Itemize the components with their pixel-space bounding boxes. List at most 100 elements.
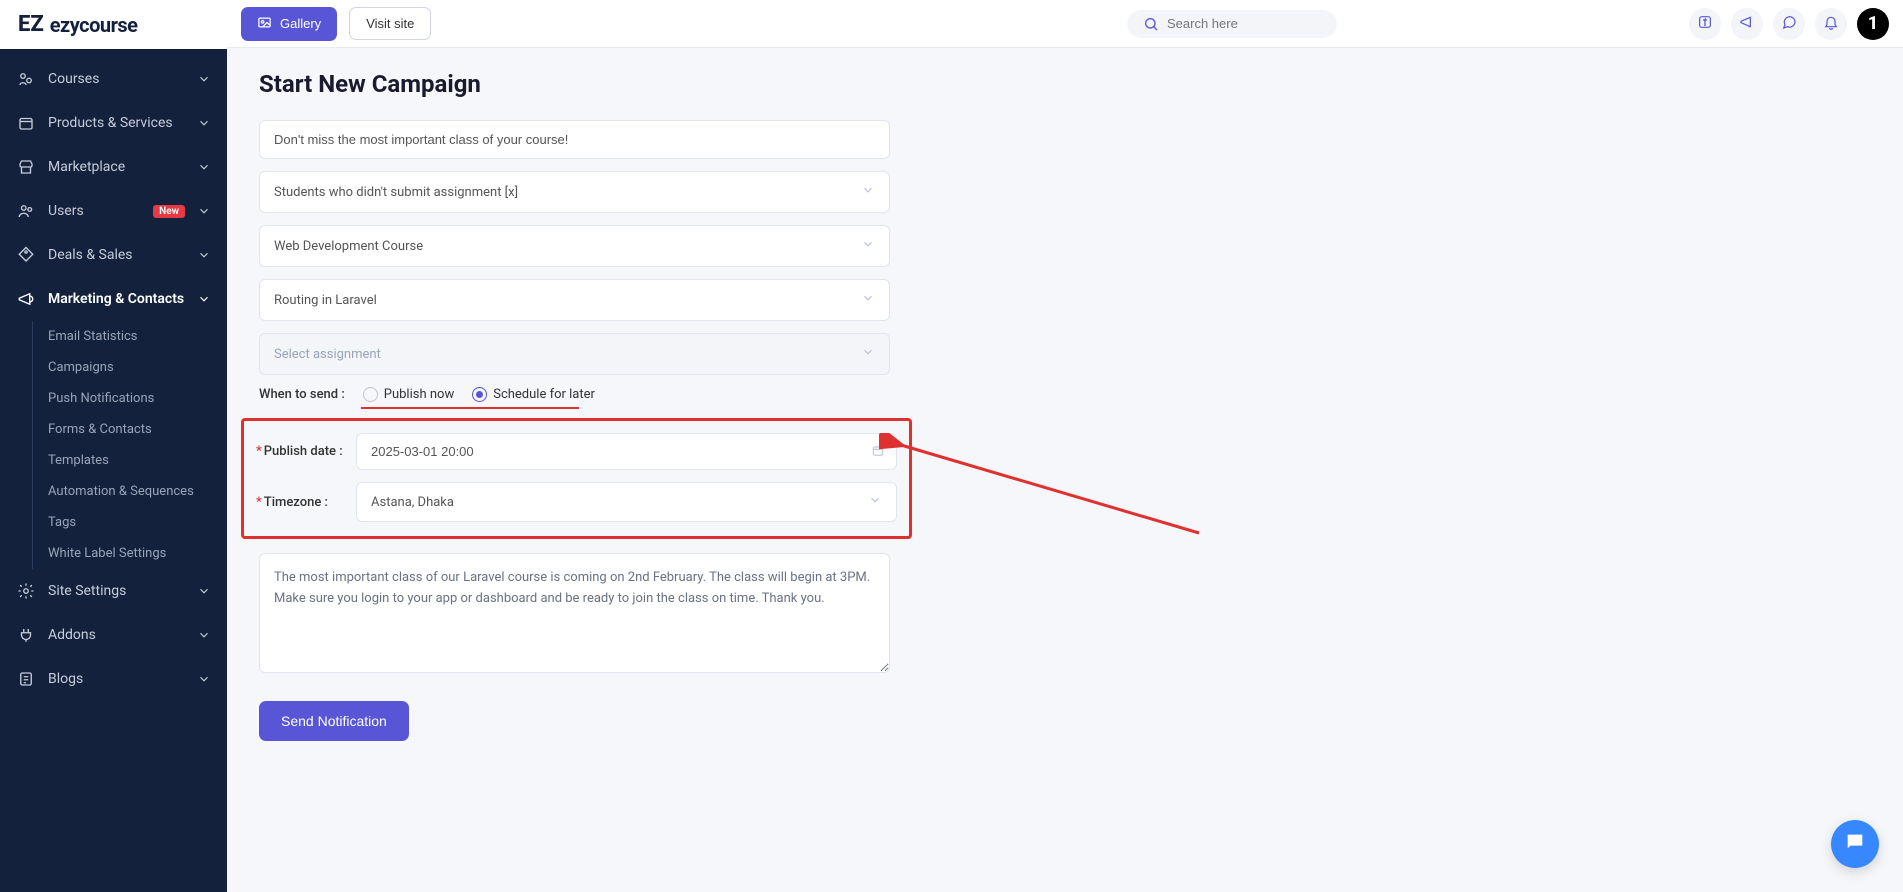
chevron-down-icon [197, 160, 211, 174]
box-icon [16, 113, 36, 133]
nav-marketing[interactable]: Marketing & Contacts [0, 277, 227, 321]
chat-fab-button[interactable] [1831, 820, 1879, 868]
sidebar: EZ ezycourse Courses Products & Services… [0, 0, 227, 892]
nav-courses[interactable]: Courses [0, 57, 227, 101]
timezone-select[interactable]: Astana, Dhaka [356, 482, 897, 522]
publish-date-label: *Publish date : [256, 444, 346, 459]
chevron-down-icon [197, 248, 211, 262]
lesson-select[interactable]: Routing in Laravel [259, 279, 890, 321]
facebook-button[interactable] [1689, 8, 1721, 40]
chevron-down-icon [861, 183, 875, 201]
main-nav: Courses Products & Services Marketplace … [0, 49, 227, 709]
chevron-down-icon [197, 584, 211, 598]
subnav-push-notifications[interactable]: Push Notifications [20, 383, 227, 414]
bell-icon [1823, 14, 1839, 33]
chevron-down-icon [197, 116, 211, 130]
annotation-arrow [879, 433, 1219, 543]
brand-logo[interactable]: EZ ezycourse [0, 0, 227, 49]
assignment-placeholder: Select assignment [274, 347, 381, 362]
radio-publish-now[interactable]: Publish now [363, 387, 454, 402]
search-container[interactable] [1127, 10, 1337, 38]
chevron-down-icon [868, 493, 882, 511]
segment-value: Students who didn't submit assignment [x… [274, 185, 518, 200]
search-input[interactable] [1167, 16, 1343, 31]
chat-bubble-icon [1844, 831, 1866, 857]
gallery-label: Gallery [280, 16, 321, 31]
subject-input[interactable] [259, 120, 890, 159]
course-value: Web Development Course [274, 239, 423, 254]
user-avatar[interactable]: 1 [1857, 8, 1889, 40]
notification-button[interactable] [1815, 8, 1847, 40]
chevron-down-icon [197, 72, 211, 86]
chevron-down-icon [861, 237, 875, 255]
nav-label: Users [48, 203, 141, 219]
send-notification-button[interactable]: Send Notification [259, 701, 409, 741]
radio-icon [363, 387, 378, 402]
chevron-down-icon [197, 204, 211, 218]
brand-name: ezycourse [50, 13, 138, 37]
publish-date-input[interactable] [356, 433, 897, 470]
courses-icon [16, 69, 36, 89]
facebook-icon [1697, 14, 1713, 33]
course-select[interactable]: Web Development Course [259, 225, 890, 267]
search-icon [1143, 16, 1159, 32]
radio-label: Schedule for later [493, 387, 595, 402]
plug-icon [16, 625, 36, 645]
chevron-down-icon [197, 628, 211, 642]
nav-label: Site Settings [48, 583, 185, 599]
gallery-icon [257, 15, 272, 33]
radio-checked-icon [472, 387, 487, 402]
page-title: Start New Campaign [259, 70, 1871, 98]
nav-users[interactable]: Users New [0, 189, 227, 233]
campaign-form: Students who didn't submit assignment [x… [259, 120, 890, 741]
radio-schedule-later[interactable]: Schedule for later [472, 387, 595, 402]
segment-select[interactable]: Students who didn't submit assignment [x… [259, 171, 890, 213]
nav-products[interactable]: Products & Services [0, 101, 227, 145]
visit-site-button[interactable]: Visit site [349, 7, 431, 40]
subnav-campaigns[interactable]: Campaigns [20, 352, 227, 383]
chevron-down-icon [197, 292, 211, 306]
annotation-underline [361, 407, 579, 409]
subnav-forms-contacts[interactable]: Forms & Contacts [20, 414, 227, 445]
nav-label: Products & Services [48, 115, 185, 131]
brand-mark: EZ [18, 12, 44, 37]
annotation-highlight-box: *Publish date : *Timezone : Astana, Dhak… [241, 418, 912, 539]
nav-label: Courses [48, 71, 185, 87]
store-icon [16, 157, 36, 177]
announce-button[interactable] [1731, 8, 1763, 40]
chat-button[interactable] [1773, 8, 1805, 40]
subnav-tags[interactable]: Tags [20, 507, 227, 538]
subnav-email-statistics[interactable]: Email Statistics [20, 321, 227, 352]
calendar-icon [871, 442, 885, 461]
chevron-down-icon [861, 345, 875, 363]
subnav-automation[interactable]: Automation & Sequences [20, 476, 227, 507]
chat-icon [1781, 14, 1797, 33]
users-icon [16, 201, 36, 221]
timezone-value: Astana, Dhaka [371, 495, 454, 510]
subnav-white-label[interactable]: White Label Settings [20, 538, 227, 569]
gallery-button[interactable]: Gallery [241, 7, 337, 41]
radio-label: Publish now [384, 387, 454, 402]
gear-icon [16, 581, 36, 601]
nav-deals[interactable]: Deals & Sales [0, 233, 227, 277]
assignment-select[interactable]: Select assignment [259, 333, 890, 375]
nav-label: Addons [48, 627, 185, 643]
doc-icon [16, 669, 36, 689]
marketing-subnav: Email Statistics Campaigns Push Notifica… [0, 321, 227, 569]
announce-icon [1739, 14, 1755, 33]
new-badge: New [153, 205, 185, 218]
timezone-label: *Timezone : [256, 495, 346, 510]
nav-label: Deals & Sales [48, 247, 185, 263]
megaphone-icon [16, 289, 36, 309]
nav-blogs[interactable]: Blogs [0, 657, 227, 701]
nav-marketplace[interactable]: Marketplace [0, 145, 227, 189]
subnav-templates[interactable]: Templates [20, 445, 227, 476]
when-to-send-label: When to send : [259, 387, 345, 402]
nav-addons[interactable]: Addons [0, 613, 227, 657]
lesson-value: Routing in Laravel [274, 293, 377, 308]
nav-label: Blogs [48, 671, 185, 687]
message-textarea[interactable] [259, 553, 890, 673]
nav-label: Marketplace [48, 159, 185, 175]
chevron-down-icon [861, 291, 875, 309]
nav-site-settings[interactable]: Site Settings [0, 569, 227, 613]
